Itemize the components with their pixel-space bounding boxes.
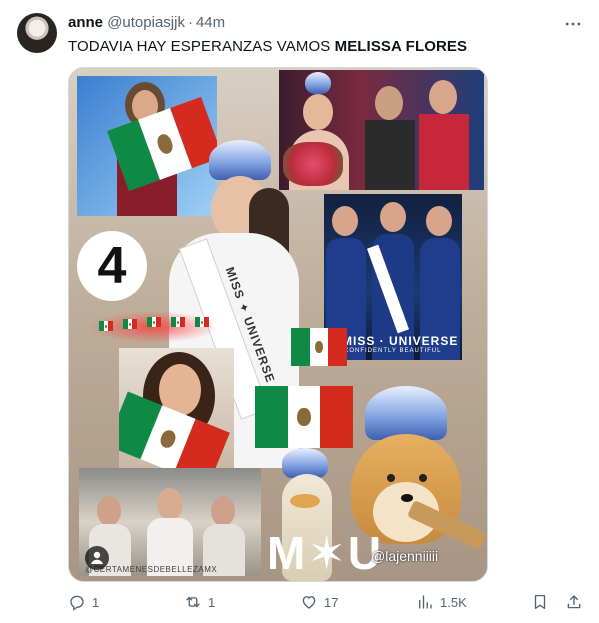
like-button[interactable]: 17: [300, 593, 338, 611]
tweet-time[interactable]: 44m: [196, 14, 225, 31]
tweet-actions: 1 1 17 1.5K: [0, 593, 599, 615]
tile-banner-text: MISS · UNIVERSE: [342, 334, 459, 348]
tweet-header: anne @utopiasjjk · 44m: [68, 14, 225, 31]
like-count: 17: [324, 594, 339, 610]
tweet-text-bold: MELISSA FLORES: [334, 38, 468, 55]
repost-count: 1: [208, 594, 216, 610]
tweet-text: TODAVIA HAY ESPERANZAS VAMOS MELISSA FLO…: [68, 38, 467, 55]
more-horizontal-icon: [565, 22, 581, 26]
views-count: 1.5K: [440, 594, 467, 610]
share-icon: [567, 595, 581, 609]
tweet-text-plain: TODAVIA HAY ESPERANZAS VAMOS: [68, 38, 335, 55]
share-button[interactable]: [565, 593, 583, 611]
flag-large: [255, 386, 354, 448]
repost-icon: [186, 596, 200, 608]
author-handle[interactable]: @utopiasjjk: [107, 14, 185, 31]
separator-dot: ·: [187, 14, 193, 31]
tiktok-handle: @lajenniiiii: [371, 548, 439, 564]
reply-count: 1: [92, 594, 100, 610]
number-badge: 4: [77, 231, 147, 301]
tile-tagline-text: CONFIDENTLY BEAUTIFUL: [344, 348, 442, 354]
more-options-button[interactable]: [562, 14, 584, 34]
repost-button[interactable]: 1: [184, 593, 215, 611]
user-tag-icon[interactable]: [85, 546, 109, 570]
tweet-image[interactable]: MISS ✦ UNIVERSE 4 MISS · UNIVERSE CONFID…: [68, 67, 488, 582]
reply-icon: [70, 595, 84, 611]
heart-icon: [302, 596, 316, 609]
author-name[interactable]: anne: [68, 14, 103, 31]
reply-button[interactable]: 1: [68, 593, 99, 611]
avatar[interactable]: [17, 13, 57, 53]
bookmark-button[interactable]: [531, 593, 549, 611]
bookmark-icon: [534, 594, 546, 610]
views-button[interactable]: 1.5K: [416, 593, 467, 611]
views-icon: [419, 595, 432, 609]
flag-bunting: [89, 311, 219, 343]
photo-woman-portrait: [119, 348, 234, 468]
mu-logo: M✶U: [267, 527, 384, 579]
flag-small: [291, 328, 348, 366]
